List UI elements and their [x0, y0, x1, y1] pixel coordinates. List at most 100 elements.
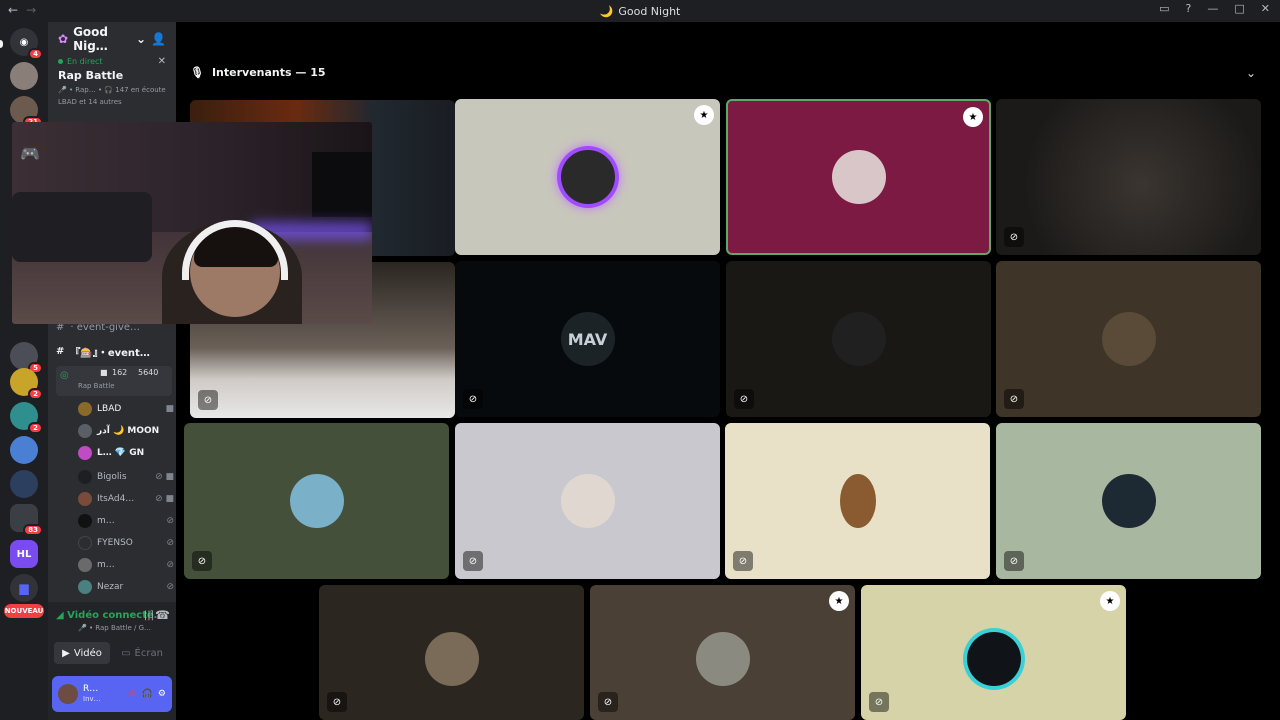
server-folder[interactable]: 83: [10, 504, 43, 536]
dm-avatar[interactable]: 21: [10, 96, 43, 128]
camera-icon: ■: [165, 404, 174, 414]
back-arrow-icon[interactable]: ←: [8, 3, 18, 17]
avatar: [78, 402, 92, 416]
voice-user[interactable]: آدر 🌙 MOON: [78, 422, 174, 440]
mic-off-icon: ⊘ ■: [155, 472, 174, 482]
chevron-down-icon[interactable]: ⌄: [1246, 66, 1256, 80]
dm-avatar[interactable]: [10, 62, 38, 90]
folder-icon[interactable]: ▆: [10, 574, 38, 602]
avatar: [78, 492, 92, 506]
speaker-tile-video[interactable]: ⊘: [996, 99, 1261, 255]
speaker-tile[interactable]: ⊘: [319, 585, 584, 720]
server-icon[interactable]: [10, 470, 38, 498]
mic-off-icon: ⊘: [166, 582, 174, 592]
server-icon[interactable]: 5: [10, 342, 43, 374]
avatar: [831, 312, 886, 366]
server-header[interactable]: ✿ Good Nig… ⌄ 👤: [48, 22, 176, 56]
server-icon: ✿: [58, 32, 69, 46]
maximize-button[interactable]: □: [1234, 2, 1244, 15]
add-member-icon[interactable]: 👤: [151, 32, 166, 46]
mic-off-icon: ⊘: [166, 516, 174, 526]
mic-off-icon: ⊘: [327, 692, 347, 712]
avatar: [839, 474, 876, 528]
voice-user[interactable]: FYENSO ⊘: [78, 534, 174, 552]
avatar: [289, 474, 344, 528]
speaker-tile[interactable]: ⊘: [455, 423, 720, 579]
avatar: [78, 558, 92, 572]
speaker-tile-speaking[interactable]: ★: [726, 99, 991, 255]
discord-home-icon[interactable]: ◉ 4: [10, 28, 43, 60]
mic-off-icon: ⊘: [166, 560, 174, 570]
speaker-tile[interactable]: ★ ⊘: [590, 585, 855, 720]
speaker-tile[interactable]: ★ ⊘: [861, 585, 1126, 720]
stage-title[interactable]: Rap Battle: [48, 67, 176, 84]
current-user[interactable]: R… Inv… ⊘ 🎧 ⚙: [52, 676, 172, 712]
voice-channel-rap-battle[interactable]: ◎ ■ 162 5640 Rap Battle: [56, 366, 172, 396]
user-panel: ◢ Vidéo connecté… 🎤 • Rap Battle / G… ||…: [48, 602, 176, 720]
avatar: [424, 632, 479, 687]
speaker-tile[interactable]: ⊘: [726, 261, 991, 417]
server-icon: 🌙: [599, 4, 614, 18]
video-button[interactable]: ▶ Vidéo: [54, 642, 110, 664]
unread-pill: [0, 40, 3, 48]
avatar: [58, 684, 78, 704]
speaker-tile[interactable]: MAV ⊘: [455, 261, 720, 417]
title-bar: ← → 🌙 Good Night ▭ ? — □ ✕: [0, 0, 1280, 22]
noise-suppression-icon[interactable]: |||: [144, 610, 154, 621]
inbox-icon[interactable]: ▭: [1159, 2, 1169, 15]
mic-off-icon: ⊘: [192, 551, 212, 571]
channel-event[interactable]: # 『🎰』・event…: [56, 342, 172, 360]
mic-off-icon: ⊘: [733, 551, 753, 571]
avatar: [560, 150, 615, 204]
minimize-button[interactable]: —: [1207, 2, 1218, 15]
speaker-tile[interactable]: ⊘: [725, 423, 990, 579]
mic-off-icon: ⊘: [869, 692, 889, 712]
help-icon[interactable]: ?: [1186, 2, 1192, 15]
mic-off-icon: ⊘: [198, 390, 218, 410]
mic-off-icon: ⊘: [598, 692, 618, 712]
server-icon[interactable]: 2: [10, 402, 43, 434]
gear-icon[interactable]: ⚙: [158, 689, 166, 699]
mic-off-icon: ⊘ ■: [155, 494, 174, 504]
voice-user[interactable]: m… ⊘: [78, 556, 174, 574]
avatar: [1101, 474, 1156, 528]
camera-icon: ■: [100, 368, 108, 377]
voice-user[interactable]: L… 💎 GN: [78, 444, 174, 462]
close-icon[interactable]: ✕: [158, 56, 166, 67]
stream-pip-window[interactable]: 🎮: [12, 122, 372, 324]
avatar: [78, 446, 92, 460]
headphones-icon[interactable]: 🎧: [142, 689, 153, 699]
avatar: [78, 580, 92, 594]
history-nav: ← →: [8, 3, 36, 17]
close-button[interactable]: ✕: [1261, 2, 1270, 15]
voice-user[interactable]: LBAD ■: [78, 400, 174, 418]
avatar: MAV: [560, 312, 615, 366]
moderator-icon: ★: [1100, 591, 1120, 611]
new-badge: NOUVEAU: [4, 604, 44, 618]
speaker-tile[interactable]: ⊘: [996, 261, 1261, 417]
media-buttons: ▶ Vidéo ▭ Écran: [54, 642, 170, 664]
controller-icon: 🎮: [20, 144, 40, 163]
speaker-tile[interactable]: ⊘: [184, 423, 449, 579]
mic-muted-icon[interactable]: ⊘: [129, 689, 137, 699]
live-indicator: En direct ✕: [48, 56, 176, 67]
server-icon[interactable]: [10, 436, 38, 464]
voice-user[interactable]: Nezar ⊘: [78, 578, 174, 596]
screen-share-button[interactable]: ▭ Écran: [114, 642, 170, 664]
voice-user[interactable]: ItsAd4… ⊘ ■: [78, 490, 174, 508]
screen-icon: ▭: [121, 647, 131, 659]
signal-icon: ◢: [56, 610, 68, 621]
voice-user[interactable]: Bigolis ⊘ ■: [78, 468, 174, 486]
speakers-header[interactable]: 🎙 Intervenants — 15: [190, 66, 326, 79]
mic-off-icon: ⊘: [1004, 551, 1024, 571]
mic-off-icon: ⊘: [463, 551, 483, 571]
speaker-tile[interactable]: ⊘: [996, 423, 1261, 579]
disconnect-icon[interactable]: ☎: [155, 608, 170, 622]
forward-arrow-icon[interactable]: →: [26, 3, 36, 17]
speaker-tile[interactable]: ★: [455, 99, 720, 255]
avatar: [78, 536, 92, 550]
server-icon[interactable]: 2: [10, 368, 43, 400]
server-icon-hl[interactable]: HL: [10, 540, 38, 568]
avatar: [78, 424, 92, 438]
voice-user[interactable]: m… ⊘: [78, 512, 174, 530]
